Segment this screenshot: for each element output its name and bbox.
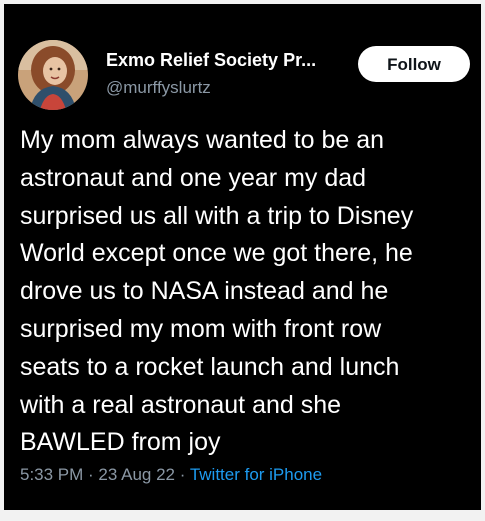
tweet-date[interactable]: 23 Aug 22 bbox=[98, 465, 175, 484]
tweet-time[interactable]: 5:33 PM bbox=[20, 465, 83, 484]
tweet-metadata: 5:33 PM · 23 Aug 22 · Twitter for iPhone bbox=[20, 465, 322, 485]
meta-separator: · bbox=[175, 465, 190, 484]
profile-photo-icon bbox=[18, 40, 88, 110]
author-handle[interactable]: @murffyslurtz bbox=[106, 78, 211, 98]
avatar[interactable] bbox=[18, 40, 88, 110]
author-display-name[interactable]: Exmo Relief Society Pr... bbox=[106, 50, 316, 71]
tweet-text: My mom always wanted to be an astronaut … bbox=[20, 126, 414, 457]
follow-button[interactable]: Follow bbox=[358, 46, 470, 82]
tweet-card: Exmo Relief Society Pr... @murffyslurtz … bbox=[4, 4, 481, 510]
tweet-source-link[interactable]: Twitter for iPhone bbox=[190, 465, 322, 484]
meta-separator: · bbox=[83, 465, 99, 484]
